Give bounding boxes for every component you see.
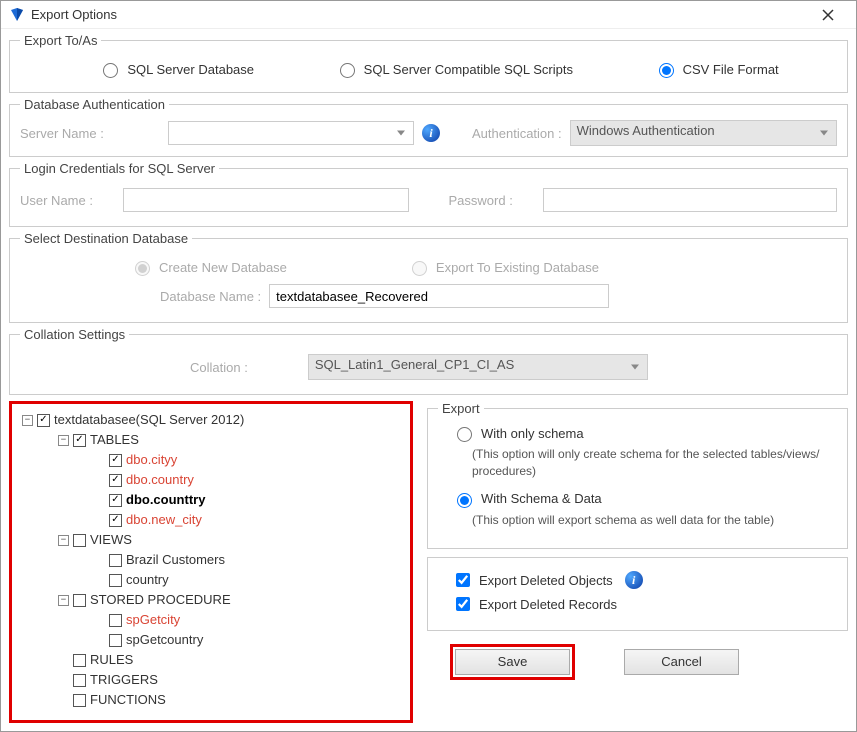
- tree-check[interactable]: [109, 574, 122, 587]
- authentication-label: Authentication :: [472, 126, 562, 141]
- check-export-deleted-records[interactable]: [456, 597, 470, 611]
- radio-sql-scripts[interactable]: SQL Server Compatible SQL Scripts: [335, 60, 573, 78]
- radio-schema-data-input[interactable]: [457, 493, 472, 508]
- tree-check[interactable]: [109, 614, 122, 627]
- info-icon[interactable]: i: [422, 124, 440, 142]
- schema-data-desc: (This option will export schema as well …: [472, 512, 837, 529]
- collation-legend: Collation Settings: [20, 327, 129, 342]
- database-name-label: Database Name :: [160, 289, 261, 304]
- radio-schema-data[interactable]: With Schema & Data: [452, 490, 837, 508]
- tree-item[interactable]: country: [126, 570, 169, 590]
- radio-sql-scripts-input[interactable]: [340, 63, 355, 78]
- export-group: Export With only schema (This option wil…: [427, 401, 848, 549]
- tree-check-functions[interactable]: [73, 694, 86, 707]
- tree-label-triggers: TRIGGERS: [90, 670, 158, 690]
- server-name-label: Server Name :: [20, 126, 160, 141]
- radio-csv-file-format[interactable]: CSV File Format: [654, 60, 779, 78]
- tree-label-rules: RULES: [90, 650, 133, 670]
- label-export-deleted-records: Export Deleted Records: [479, 597, 617, 612]
- tree-item[interactable]: spGetcountry: [126, 630, 203, 650]
- database-auth-group: Database Authentication Server Name : i …: [9, 97, 848, 157]
- radio-sql-server-database[interactable]: SQL Server Database: [98, 60, 254, 78]
- tree-check[interactable]: [109, 454, 122, 467]
- server-name-combo[interactable]: [168, 121, 414, 145]
- tree-check[interactable]: [109, 554, 122, 567]
- tree-check-triggers[interactable]: [73, 674, 86, 687]
- tree-check[interactable]: [109, 514, 122, 527]
- login-credentials-group: Login Credentials for SQL Server User Na…: [9, 161, 848, 227]
- tree-check-rules[interactable]: [73, 654, 86, 667]
- tree-item[interactable]: dbo.cityy: [126, 450, 177, 470]
- destination-db-legend: Select Destination Database: [20, 231, 192, 246]
- tree-check-sp[interactable]: [73, 594, 86, 607]
- destination-db-group: Select Destination Database Create New D…: [9, 231, 848, 323]
- tree-item[interactable]: spGetcity: [126, 610, 180, 630]
- tree-collapse-icon[interactable]: −: [58, 595, 69, 606]
- password-label: Password :: [449, 193, 513, 208]
- tree-item[interactable]: Brazil Customers: [126, 550, 225, 570]
- tree-label-sp: STORED PROCEDURE: [90, 590, 231, 610]
- options-box: Export Deleted Objects i Export Deleted …: [427, 557, 848, 631]
- tree-item[interactable]: dbo.counttry: [126, 490, 205, 510]
- save-button[interactable]: Save: [455, 649, 570, 675]
- radio-create-new-db[interactable]: Create New Database: [130, 258, 287, 276]
- user-name-input[interactable]: [123, 188, 409, 212]
- window-title: Export Options: [31, 7, 808, 22]
- tree-check-root[interactable]: [37, 414, 50, 427]
- check-export-deleted-objects[interactable]: [456, 573, 470, 587]
- tree-check-views[interactable]: [73, 534, 86, 547]
- authentication-select[interactable]: Windows Authentication: [570, 120, 837, 146]
- tree-item[interactable]: dbo.country: [126, 470, 194, 490]
- radio-export-existing-db-input[interactable]: [412, 261, 427, 276]
- tree-check[interactable]: [109, 474, 122, 487]
- export-to-as-group: Export To/As SQL Server Database SQL Ser…: [9, 33, 848, 93]
- tree-label-views: VIEWS: [90, 530, 132, 550]
- tree-collapse-icon[interactable]: −: [22, 415, 33, 426]
- database-auth-legend: Database Authentication: [20, 97, 169, 112]
- collation-group: Collation Settings Collation : SQL_Latin…: [9, 327, 848, 395]
- tree-label-tables: TABLES: [90, 430, 139, 450]
- tree-label-functions: FUNCTIONS: [90, 690, 166, 710]
- tree-label-root: textdatabasee(SQL Server 2012): [54, 410, 244, 430]
- app-icon: [9, 7, 25, 23]
- label-export-deleted-objects: Export Deleted Objects: [479, 573, 613, 588]
- user-name-label: User Name :: [20, 193, 93, 208]
- collation-label: Collation :: [190, 360, 248, 375]
- login-credentials-legend: Login Credentials for SQL Server: [20, 161, 219, 176]
- cancel-button[interactable]: Cancel: [624, 649, 739, 675]
- export-to-as-legend: Export To/As: [20, 33, 101, 48]
- tree-item[interactable]: dbo.new_city: [126, 510, 202, 530]
- radio-export-existing-db[interactable]: Export To Existing Database: [407, 258, 599, 276]
- only-schema-desc: (This option will only create schema for…: [472, 446, 837, 480]
- collation-select[interactable]: SQL_Latin1_General_CP1_CI_AS: [308, 354, 648, 380]
- radio-csv-file-format-input[interactable]: [659, 63, 674, 78]
- object-tree[interactable]: −textdatabasee(SQL Server 2012) −TABLES …: [9, 401, 413, 723]
- tree-collapse-icon[interactable]: −: [58, 535, 69, 546]
- password-input[interactable]: [543, 188, 837, 212]
- radio-only-schema[interactable]: With only schema: [452, 424, 837, 442]
- database-name-input[interactable]: [269, 284, 609, 308]
- radio-sql-server-database-input[interactable]: [103, 63, 118, 78]
- close-button[interactable]: [808, 3, 848, 27]
- radio-create-new-db-input[interactable]: [135, 261, 150, 276]
- tree-check[interactable]: [109, 634, 122, 647]
- export-legend: Export: [438, 401, 484, 416]
- tree-check-tables[interactable]: [73, 434, 86, 447]
- radio-only-schema-input[interactable]: [457, 427, 472, 442]
- info-icon[interactable]: i: [625, 571, 643, 589]
- tree-check[interactable]: [109, 494, 122, 507]
- tree-collapse-icon[interactable]: −: [58, 435, 69, 446]
